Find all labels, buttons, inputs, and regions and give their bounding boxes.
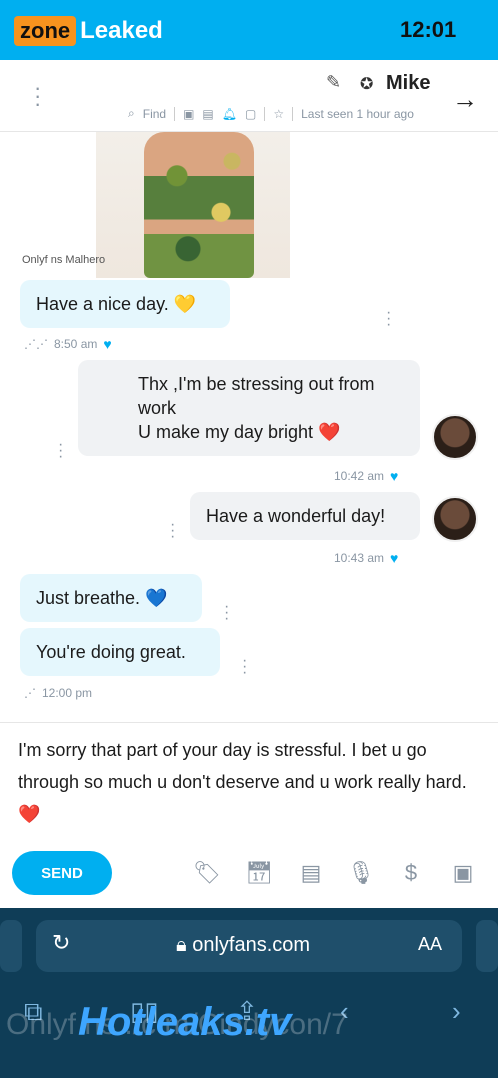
watermark-logo: zone Leaked [14,14,163,48]
verified-badge-icon: ✪ [360,76,374,93]
divider [292,106,294,121]
message-meta: 10:42 am ♥ [334,468,398,484]
watermark-bottom: Hotleaks.tv [78,1000,292,1044]
message-time: 12:00 pm [42,686,93,700]
status-time: 12:01 [400,17,457,42]
url-text: 🔒︎ onlyfans.com [176,934,311,956]
message-bubble-incoming[interactable]: You're doing great. [20,628,220,676]
message-text: Have a wonderful day! [206,506,386,526]
add-media-icon[interactable]: ▣ [448,858,478,888]
star-icon[interactable]: ☆ [273,107,284,121]
edit-pencil-icon[interactable]: ✎ [326,72,341,93]
message-line: work [138,398,177,418]
tag-icon[interactable]: 🏷︎ [192,858,222,888]
message-bubble-outgoing[interactable]: Have a wonderful day! [190,492,420,540]
message-text: Have a nice day. 💛 [36,294,197,314]
status-bar: zone Leaked 12:01 [0,0,498,60]
message-time: 10:43 am [334,551,385,565]
calendar-icon[interactable]: 📅︎ [244,858,274,888]
header-subbar: ⌕ Find ▣ ▤ 🔔︎ ▢ ☆ Last seen 1 hour ago [128,106,414,121]
message-options-icon[interactable]: · · · [170,517,175,545]
reload-icon[interactable]: ↻ [52,930,70,956]
tip-dollar-icon[interactable]: $ [396,858,426,888]
message-text: Just breathe. 💙 [36,588,168,608]
url-domain: onlyfans.com [192,934,311,956]
message-meta: ⋰⋰ 8:50 am ♥ [24,336,112,352]
message-meta: 10:43 am ♥ [334,550,398,566]
message-text: You're doing great. [36,642,186,662]
forward-icon[interactable]: › [452,996,461,1027]
message-options-icon[interactable]: · · · [224,599,229,627]
message-input[interactable]: I'm sorry that part of your day is stres… [18,734,480,830]
tab-edge-right[interactable] [476,920,498,972]
message-time: 10:42 am [334,469,385,483]
address-bar[interactable]: AA 🔒︎ onlyfans.com ↻ [36,920,462,972]
message-bubble-incoming[interactable]: Have a nice day. 💛 [20,280,230,328]
chat-header: → Mike ✪ ✎ ⌕ Find ▣ ▤ 🔔︎ ▢ ☆ Last seen 1… [0,60,498,132]
send-button[interactable]: SEND [12,851,112,895]
photo-image [144,132,254,278]
message-meta: ⋰ 12:00 pm [24,686,92,700]
like-heart-icon[interactable]: ♥ [390,550,398,566]
microphone-icon[interactable]: 🎙︎ [346,858,376,888]
bell-icon[interactable]: 🔔︎ [222,107,237,121]
back-arrow-icon[interactable]: → [452,84,478,115]
watermark-box: zone [14,16,77,46]
photo-watermark: Onlyf ns Malhero [22,254,106,266]
like-heart-icon[interactable]: ♥ [390,468,398,484]
last-seen: Last seen 1 hour ago [301,106,414,121]
message-options-icon[interactable]: · · · [386,305,391,333]
tab-edge-left[interactable] [0,920,22,972]
square-icon[interactable]: ▢ [245,107,256,121]
image-icon[interactable]: ▣ [183,107,194,121]
message-options-icon[interactable]: · · · [242,653,247,681]
watermark-text: Leaked [80,17,163,44]
find-label[interactable]: Find [143,107,166,121]
reader-aa-button[interactable]: AA [418,934,442,955]
avatar[interactable] [432,496,478,542]
contact-name[interactable]: Mike [386,72,430,95]
like-heart-icon[interactable]: ♥ [103,336,111,352]
message-line: U make my day bright ❤️ [138,422,341,442]
read-check-icon: ⋰ [24,686,36,700]
avatar[interactable] [432,414,478,460]
read-check-icon: ⋰⋰ [24,337,48,351]
more-menu-icon[interactable]: · · · [34,77,41,115]
photo-message[interactable] [96,132,290,278]
message-bubble-incoming[interactable]: Just breathe. 💙 [20,574,202,622]
divider [264,106,266,121]
vault-icon[interactable]: ▤ [296,858,326,888]
divider [174,106,176,121]
message-bubble-outgoing[interactable]: Thx ,I'm be stressing out from work U ma… [78,360,420,456]
message-options-icon[interactable]: · · · [58,437,63,465]
search-icon[interactable]: ⌕ [128,106,135,121]
message-line: Thx ,I'm be stressing out from [138,374,375,394]
price-icon[interactable]: ▤ [202,107,213,121]
message-time: 8:50 am [54,337,98,351]
divider [0,722,498,723]
